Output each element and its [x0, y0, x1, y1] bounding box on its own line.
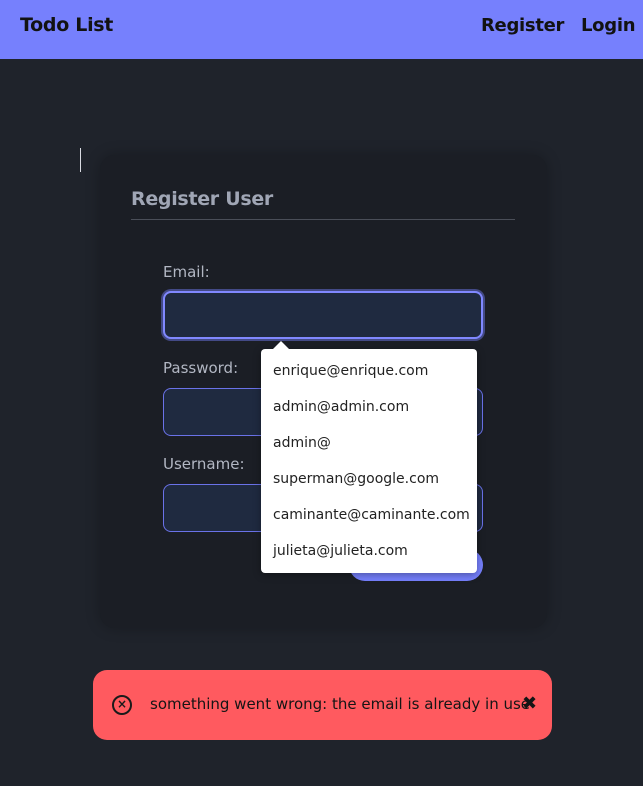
email-label: Email:	[163, 263, 210, 281]
autocomplete-item[interactable]: superman@google.com	[261, 461, 477, 497]
password-label: Password:	[163, 359, 239, 377]
autocomplete-item[interactable]: caminante@caminante.com	[261, 497, 477, 533]
autocomplete-item[interactable]: admin@admin.com	[261, 389, 477, 425]
top-navbar: Todo List Register Login	[0, 0, 643, 59]
email-input[interactable]	[163, 291, 483, 339]
autocomplete-item[interactable]: admin@	[261, 425, 477, 461]
toast-message: something went wrong: the email is alrea…	[150, 695, 531, 713]
text-caret	[80, 148, 81, 172]
autocomplete-item[interactable]: enrique@enrique.com	[261, 353, 477, 389]
nav-login-link[interactable]: Login	[581, 15, 636, 36]
dropdown-pointer	[273, 341, 289, 349]
app-title[interactable]: Todo List	[20, 14, 113, 36]
close-x-icon[interactable]: ✖	[522, 694, 537, 714]
title-divider	[131, 219, 515, 220]
error-toast: × something went wrong: the email is alr…	[93, 670, 552, 740]
email-autocomplete-dropdown: enrique@enrique.com admin@admin.com admi…	[261, 341, 477, 573]
autocomplete-item[interactable]: julieta@julieta.com	[261, 533, 477, 569]
error-circle-icon: ×	[112, 695, 132, 715]
nav-register-link[interactable]: Register	[481, 15, 564, 36]
username-label: Username:	[163, 455, 245, 473]
register-title: Register User	[131, 188, 273, 210]
